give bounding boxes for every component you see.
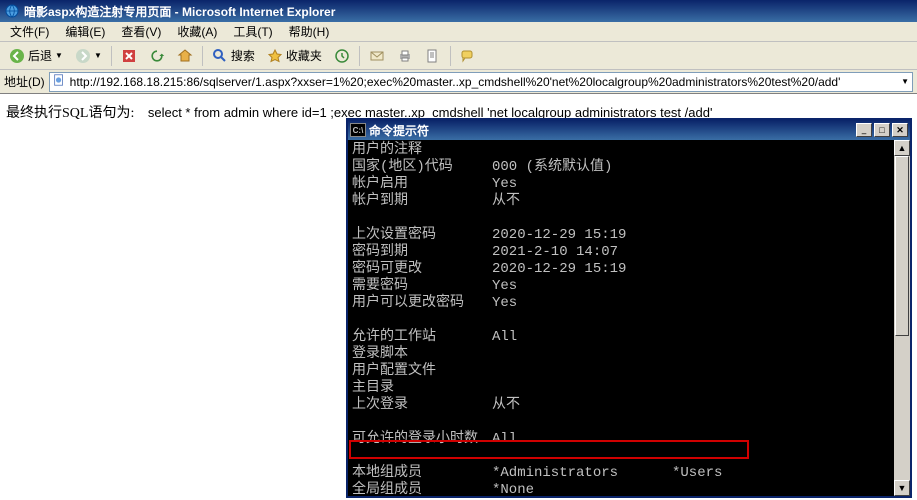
menu-file[interactable]: 文件(F) bbox=[4, 21, 55, 42]
page-icon bbox=[50, 73, 68, 90]
menu-favorites[interactable]: 收藏(A) bbox=[171, 21, 223, 42]
fav-label: 收藏夹 bbox=[286, 47, 322, 64]
menu-help[interactable]: 帮助(H) bbox=[283, 21, 336, 42]
dropdown-icon[interactable]: ▼ bbox=[898, 77, 912, 86]
back-button[interactable]: 后退 ▼ bbox=[4, 45, 68, 67]
menu-tools[interactable]: 工具(T) bbox=[227, 21, 278, 42]
history-button[interactable] bbox=[329, 45, 355, 67]
minimize-button[interactable]: _ bbox=[856, 123, 872, 137]
sql-label: 最终执行SQL语句为: bbox=[6, 106, 134, 121]
search-label: 搜索 bbox=[231, 47, 255, 64]
address-bar: 地址(D) ▼ bbox=[0, 70, 917, 94]
ie-icon bbox=[4, 3, 20, 19]
favorites-button[interactable]: 收藏夹 bbox=[262, 45, 327, 67]
back-label: 后退 bbox=[28, 47, 52, 64]
menu-edit[interactable]: 编辑(E) bbox=[59, 21, 111, 42]
scroll-up-button[interactable]: ▲ bbox=[894, 140, 910, 156]
ie-titlebar: 暗影aspx构造注射专用页面 - Microsoft Internet Expl… bbox=[0, 0, 917, 22]
separator bbox=[450, 46, 451, 66]
separator bbox=[359, 46, 360, 66]
search-button[interactable]: 搜索 bbox=[207, 45, 260, 67]
chevron-down-icon: ▼ bbox=[55, 51, 63, 60]
address-label: 地址(D) bbox=[4, 73, 45, 90]
mail-button[interactable] bbox=[364, 45, 390, 67]
menu-view[interactable]: 查看(V) bbox=[115, 21, 167, 42]
address-box[interactable]: ▼ bbox=[49, 72, 913, 92]
cmd-title: 命令提示符 bbox=[369, 122, 429, 139]
scroll-down-button[interactable]: ▼ bbox=[894, 480, 910, 496]
discuss-button[interactable] bbox=[455, 45, 481, 67]
stop-button[interactable] bbox=[116, 45, 142, 67]
cmd-scrollbar[interactable]: ▲ ▼ bbox=[894, 140, 910, 496]
forward-button[interactable]: ▼ bbox=[70, 45, 107, 67]
highlight-box bbox=[349, 440, 749, 459]
window-title: 暗影aspx构造注射专用页面 - Microsoft Internet Expl… bbox=[24, 3, 335, 20]
url-input[interactable] bbox=[68, 75, 898, 89]
home-button[interactable] bbox=[172, 45, 198, 67]
cmd-icon: C:\ bbox=[350, 123, 366, 137]
ie-toolbar: 后退 ▼ ▼ 搜索 收藏夹 bbox=[0, 42, 917, 70]
edit-button[interactable] bbox=[420, 45, 446, 67]
close-button[interactable]: ✕ bbox=[892, 123, 908, 137]
refresh-button[interactable] bbox=[144, 45, 170, 67]
cmd-titlebar[interactable]: C:\ 命令提示符 _ □ ✕ bbox=[348, 120, 910, 140]
ie-menubar: 文件(F) 编辑(E) 查看(V) 收藏(A) 工具(T) 帮助(H) bbox=[0, 22, 917, 42]
print-button[interactable] bbox=[392, 45, 418, 67]
chevron-down-icon: ▼ bbox=[94, 51, 102, 60]
maximize-button[interactable]: □ bbox=[874, 123, 890, 137]
separator bbox=[202, 46, 203, 66]
separator bbox=[111, 46, 112, 66]
scroll-thumb[interactable] bbox=[895, 156, 909, 336]
